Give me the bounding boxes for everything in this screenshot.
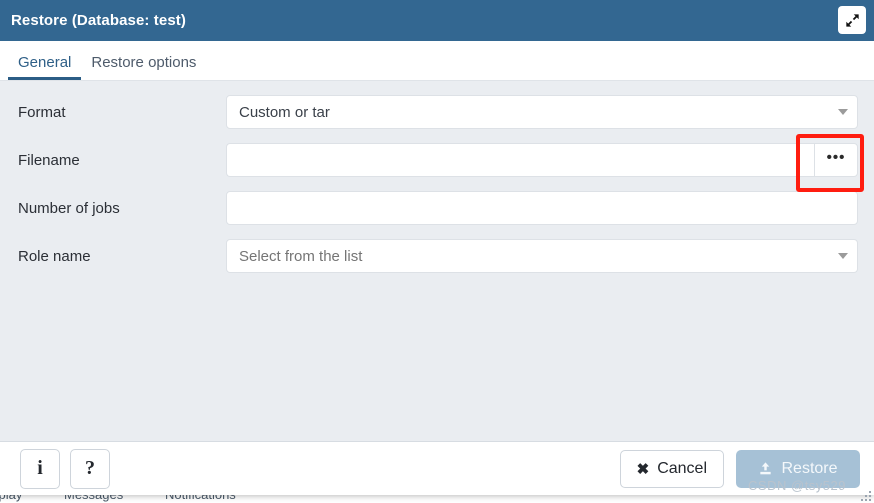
role-name-control-wrap	[226, 239, 858, 273]
form-row-filename: Filename •••	[18, 134, 864, 192]
close-x-icon: ✖	[636, 460, 650, 478]
restore-dialog: Restore (Database: test) General Restore…	[0, 0, 874, 495]
info-icon: i	[37, 457, 43, 479]
role-name-select[interactable]	[226, 239, 858, 273]
dialog-titlebar[interactable]: Restore (Database: test)	[0, 0, 874, 41]
filename-input-group: •••	[226, 143, 858, 177]
expand-diagonal-icon	[844, 12, 861, 29]
form-row-format: Format	[18, 95, 858, 129]
role-name-label: Role name	[18, 247, 91, 265]
cancel-button-label: Cancel	[657, 459, 707, 477]
format-label: Format	[18, 103, 66, 121]
dialog-tabbar: General Restore options	[0, 41, 874, 80]
resize-grip[interactable]	[859, 489, 871, 501]
maximize-button[interactable]	[838, 6, 866, 34]
format-control-wrap	[226, 95, 858, 129]
form-row-role-name: Role name	[18, 239, 858, 273]
info-button[interactable]: i	[20, 448, 60, 489]
dialog-footer: i ? ✖ Cancel Restore	[0, 441, 874, 495]
number-of-jobs-input[interactable]	[226, 191, 858, 225]
help-button[interactable]: ?	[70, 448, 110, 489]
number-of-jobs-control-wrap	[226, 191, 858, 225]
upload-icon	[758, 461, 773, 476]
cancel-button[interactable]: ✖ Cancel	[619, 449, 724, 488]
filename-browse-button[interactable]: •••	[814, 143, 858, 177]
filename-input[interactable]	[226, 143, 814, 177]
number-of-jobs-label: Number of jobs	[18, 199, 120, 217]
form-row-number-of-jobs: Number of jobs	[18, 191, 858, 225]
restore-button[interactable]: Restore	[736, 449, 860, 488]
filename-control-wrap: •••	[226, 134, 864, 192]
ellipsis-icon: •••	[826, 149, 846, 166]
help-icon: ?	[85, 457, 95, 479]
restore-button-label: Restore	[781, 459, 838, 477]
format-select[interactable]	[226, 95, 858, 129]
tab-general[interactable]: General	[8, 54, 82, 80]
tab-restore-options[interactable]: Restore options	[81, 54, 206, 80]
general-tab-panel: Format Filename •••	[0, 80, 874, 441]
screen-root: splay Messages Notifications Restore (Da…	[0, 0, 874, 503]
filename-label: Filename	[18, 151, 80, 169]
dialog-title: Restore (Database: test)	[11, 12, 186, 29]
